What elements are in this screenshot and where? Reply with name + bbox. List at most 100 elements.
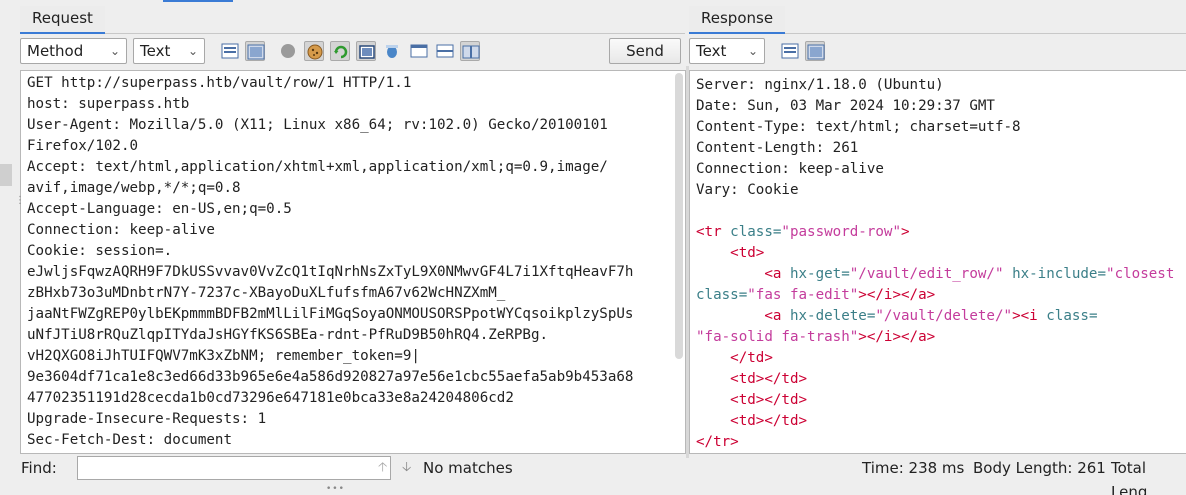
split-horizontal-icon[interactable] xyxy=(435,41,455,61)
find-previous-icon[interactable]: 🡡 xyxy=(378,458,387,480)
request-line: Connection: keep-alive xyxy=(27,222,215,238)
syntax-token xyxy=(696,413,730,429)
request-line: Accept: text/html,application/xhtml+xml,… xyxy=(27,159,608,175)
request-line: Upgrade-Insecure-Requests: 1 xyxy=(27,411,267,427)
response-body-line: <a hx-delete="/vault/delete/"><i class= xyxy=(696,306,1174,327)
request-line: 47702351191d28cecda1b0cd73296e647181e0bc… xyxy=(27,390,514,406)
bottom-grip-icon[interactable]: ••• xyxy=(326,484,345,494)
left-panel-handle[interactable] xyxy=(0,164,12,186)
layout-horizontal-icon[interactable] xyxy=(220,41,240,61)
request-line: Accept-Language: en-US,en;q=0.5 xyxy=(27,201,292,217)
request-format-select[interactable]: Text ⌄ xyxy=(133,38,205,64)
response-editor[interactable]: Server: nginx/1.18.0 (Ubuntu) Date: Sun, … xyxy=(689,70,1186,454)
request-line: User-Agent: Mozilla/5.0 (X11; Linux x86_… xyxy=(27,117,608,133)
find-input[interactable] xyxy=(77,456,391,480)
frame-icon[interactable] xyxy=(356,41,376,61)
request-line: eJwljsFqwzAQRH9F7DkUSSvvav0VvZcQ1tIqNrhN… xyxy=(27,264,634,280)
status-time: Time: 238 ms xyxy=(862,459,965,477)
request-toolbar: Method ⌄ Text ⌄ Send xyxy=(20,38,685,66)
active-indicator xyxy=(163,0,233,2)
request-line: Cookie: session=. xyxy=(27,243,173,259)
syntax-token: <tr xyxy=(696,224,731,240)
request-scrollbar[interactable] xyxy=(675,73,683,359)
response-header-line: Content-Length: 261 xyxy=(696,140,859,156)
syntax-token: </tr> xyxy=(696,434,739,450)
tab-request[interactable]: Request xyxy=(20,6,105,34)
syntax-token xyxy=(696,371,730,387)
layout-text-icon[interactable] xyxy=(245,41,265,61)
response-body-line: <tr class="password-row"> xyxy=(696,222,1174,243)
syntax-token xyxy=(696,350,730,366)
status-total-length: Total Leng xyxy=(1111,459,1148,495)
syntax-token xyxy=(696,308,764,324)
syntax-token xyxy=(696,245,730,261)
http-inspector: Request Method ⌄ Text ⌄ Send GET http://… xyxy=(0,0,1186,495)
response-header-line: Content-Type: text/html; charset=utf-8 xyxy=(696,119,1021,135)
layout-text-icon[interactable] xyxy=(805,41,825,61)
request-line: avif,image/webp,*/*;q=0.8 xyxy=(27,180,241,196)
response-body-line: </td> xyxy=(696,348,1174,369)
syntax-token: hx-delete= xyxy=(789,308,876,324)
split-vertical-icon[interactable] xyxy=(460,41,480,61)
response-format-select[interactable]: Text ⌄ xyxy=(689,38,765,64)
request-line: 9e3604df71ca1e8c3ed66d33b965e6e4a586d920… xyxy=(27,369,634,385)
request-line: Firefox/102.0 xyxy=(27,138,139,154)
response-body-line: <td></td> xyxy=(696,390,1174,411)
status-body-length: Body Length: 261 xyxy=(973,459,1106,477)
response-text[interactable]: Server: nginx/1.18.0 (Ubuntu) Date: Sun, … xyxy=(696,75,1174,453)
response-body-line: "fa-solid fa-trash"></i></a> xyxy=(696,327,1174,348)
syntax-token: hx-get= xyxy=(789,266,850,282)
syntax-token: "password-row" xyxy=(781,224,902,240)
tab-response[interactable]: Response xyxy=(689,6,786,34)
syntax-token: <a xyxy=(764,266,790,282)
response-body-line: </tr> xyxy=(696,432,1174,453)
syntax-token xyxy=(696,392,730,408)
response-tabbar: Response xyxy=(689,6,1186,34)
cookie-icon[interactable] xyxy=(304,41,324,61)
find-next-icon[interactable]: 🡣 xyxy=(402,458,411,480)
syntax-token: <a xyxy=(764,308,790,324)
find-label: Find: xyxy=(21,459,57,477)
syntax-token: > xyxy=(901,224,910,240)
chevron-down-icon: ⌄ xyxy=(187,44,198,58)
syntax-token: </td> xyxy=(730,350,773,366)
window-icon[interactable] xyxy=(409,41,429,61)
request-line: jaaNtFWZgREP0ylbEKpmmmBDFB2mMlLilFiMGqSo… xyxy=(27,306,634,322)
response-header-line: Vary: Cookie xyxy=(696,182,799,198)
response-body-line: <a hx-get="/vault/edit_row/" hx-include=… xyxy=(696,264,1174,285)
request-line: host: superpass.htb xyxy=(27,96,190,112)
syntax-token: class= xyxy=(1046,308,1098,324)
chevron-down-icon: ⌄ xyxy=(747,44,758,58)
response-body-line: <td></td> xyxy=(696,369,1174,390)
syntax-token: "/vault/edit_row/" xyxy=(849,266,1004,282)
layout-horizontal-icon[interactable] xyxy=(780,41,800,61)
response-toolbar: Text ⌄ xyxy=(689,38,1186,66)
refresh-icon[interactable] xyxy=(330,41,350,61)
syntax-token: <td></td> xyxy=(730,392,808,408)
send-button[interactable]: Send xyxy=(609,38,681,64)
chevron-down-icon: ⌄ xyxy=(109,44,120,58)
request-line: zBHxb73o3uMDnbtrN7Y-7237c-XBayoDuXLfufsf… xyxy=(27,285,506,301)
request-line: Sec-Fetch-Dest: document xyxy=(27,432,232,448)
method-select[interactable]: Method ⌄ xyxy=(20,38,127,64)
request-tabbar: Request xyxy=(20,6,685,34)
response-body-line: <td></td> xyxy=(696,411,1174,432)
left-grip-icon[interactable]: ⋮ xyxy=(15,196,25,206)
response-header-line: Connection: keep-alive xyxy=(696,161,884,177)
syntax-token: ></i></a> xyxy=(858,329,936,345)
bug-icon[interactable] xyxy=(382,41,402,61)
request-editor[interactable]: GET http://superpass.htb/vault/row/1 HTT… xyxy=(20,70,686,454)
response-body-line: class="fas fa-edit"></i></a> xyxy=(696,285,1174,306)
syntax-token: ></i></a> xyxy=(858,287,936,303)
syntax-token: "fa-solid fa-trash" xyxy=(696,329,859,345)
syntax-token xyxy=(696,266,764,282)
syntax-token: <td></td> xyxy=(730,371,808,387)
syntax-token: <td> xyxy=(730,245,765,261)
response-header-line: Server: nginx/1.18.0 (Ubuntu) xyxy=(696,77,944,93)
record-icon[interactable] xyxy=(278,41,298,61)
request-line: uNfJTiU8rRQuZlqpITYdaJsHGYfKS6SBEa-rdnt-… xyxy=(27,327,549,343)
syntax-token: <td></td> xyxy=(730,413,808,429)
response-format-value: Text xyxy=(696,42,727,60)
request-text[interactable]: GET http://superpass.htb/vault/row/1 HTT… xyxy=(27,73,633,451)
request-format-value: Text xyxy=(140,42,171,60)
